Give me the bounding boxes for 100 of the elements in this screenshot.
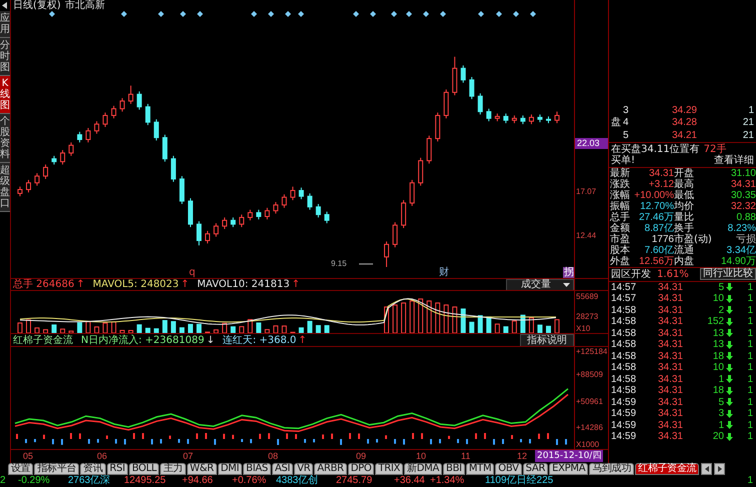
candlestick [290, 186, 296, 201]
indicator-tab[interactable]: EXPMA [549, 463, 588, 475]
tick-price: 34.31 [656, 282, 683, 293]
indicator-tab[interactable]: DPO [348, 463, 374, 475]
status-value: 2745.79 [336, 475, 374, 487]
left-triangle-icon [704, 465, 710, 473]
signal-marker [406, 11, 412, 17]
indicator-tab[interactable]: 指标平台 [34, 463, 80, 475]
order-price: 34.21 [670, 130, 697, 141]
sidebar-tab[interactable]: 个股资料 [0, 114, 10, 163]
candlestick [128, 85, 134, 104]
signal-marker [49, 11, 55, 17]
signal-marker [440, 11, 446, 17]
indicator-tab[interactable]: 马到成功 [589, 463, 634, 475]
month-label: 09 [356, 451, 366, 462]
indicator-tab[interactable]: BBI [443, 463, 465, 475]
event-mark[interactable]: 财 [439, 267, 449, 278]
sidebar-tab[interactable]: 分时图 [0, 38, 10, 76]
signal-marker [121, 11, 127, 17]
event-mark[interactable]: 拐 [563, 267, 574, 278]
indicator-tab[interactable]: RSI [106, 463, 128, 475]
tick-cell-text: 1 [746, 431, 753, 442]
volume-axis-label: X10 [576, 324, 590, 333]
sidebar-tab[interactable]: 应用 [0, 11, 10, 38]
stat-label: 市盈(动) [674, 234, 713, 244]
indicator-tab[interactable]: W&R [186, 463, 217, 475]
tick-time: 14:57 [611, 293, 638, 304]
tick-cell-text: 1 [746, 408, 753, 420]
candlestick [435, 112, 440, 142]
compare-button[interactable]: 同行业比较 [700, 268, 756, 280]
indicator-tab[interactable]: ARBR [314, 463, 347, 475]
month-label: 07 [183, 451, 194, 462]
sidebar-tab[interactable]: 超级盘口 [0, 163, 10, 212]
volume-bar [94, 326, 100, 334]
indicator-tab[interactable]: 设置 [8, 463, 34, 475]
sector-change: 1.61% [657, 268, 689, 280]
scroll-left-button[interactable] [701, 463, 712, 475]
volume-bar [520, 314, 526, 334]
candlestick [418, 157, 424, 186]
indicator-tab[interactable]: 红棉子资金流 [635, 463, 700, 475]
candlestick [264, 207, 270, 220]
indicator-help-button[interactable]: 指标说明 [520, 334, 574, 346]
signal-marker [353, 11, 359, 17]
sector-name: 园区开发 [611, 268, 651, 280]
order-volume: 1 [747, 104, 754, 116]
tick-price: 34.31 [656, 385, 683, 396]
tick-cell-text: 1 [746, 339, 753, 350]
stat-label: 流通 [674, 244, 695, 256]
indicator-tab[interactable]: 主力 [160, 463, 186, 475]
stat-label: 涨跌 [610, 178, 630, 190]
volume-bar [469, 321, 474, 334]
trend-arrow: ↑ [298, 334, 307, 346]
stat-label: 开盘 [674, 168, 695, 178]
candlestick [537, 114, 542, 123]
signal-marker [180, 11, 186, 17]
candlestick [460, 64, 466, 84]
indicator-tab[interactable]: BOLL [128, 463, 160, 475]
indicator-tab[interactable]: VR [294, 463, 314, 475]
volume-bar [426, 300, 432, 334]
indicator-tab[interactable]: ASI [272, 463, 294, 475]
candlestick [273, 202, 278, 214]
month-label: 08 [268, 451, 278, 462]
tick-time: 14:58 [611, 328, 638, 339]
month-label: 05 [23, 451, 34, 462]
candlestick [230, 216, 236, 228]
tick-time: 14:59 [611, 431, 638, 442]
chart-period-label[interactable]: 日线(复权) [13, 0, 61, 12]
candlestick [111, 105, 116, 119]
indicator-tab[interactable]: OBV [495, 463, 522, 475]
axis-unit-label: X1000 [576, 440, 600, 450]
signal-marker [298, 11, 304, 17]
candlestick [256, 209, 262, 220]
stat-label: 最低 [674, 190, 695, 200]
tick-price: 34.31 [656, 350, 683, 362]
indicator-tab[interactable]: TRIX [375, 463, 404, 475]
volume-bar [18, 322, 22, 334]
month-label: 12 [517, 451, 528, 462]
candlestick [68, 142, 74, 156]
indicator-tab[interactable]: DMI [218, 463, 242, 475]
volume-axis-label: 28273 [576, 312, 598, 321]
indicator-tab[interactable]: BIAS [243, 463, 271, 475]
status-value: 1 [747, 475, 754, 487]
indicator-tab[interactable]: MTM [466, 463, 494, 475]
scroll-right-button[interactable] [714, 463, 726, 475]
event-mark[interactable]: q [189, 267, 196, 278]
volume-bar [316, 324, 321, 334]
indicator-axis-label: +125184 [576, 347, 608, 356]
candlestick [469, 76, 474, 100]
sidebar-tab[interactable]: K线图 [0, 76, 10, 114]
signal-marker [370, 11, 376, 17]
trend-arrow: ↓ [206, 334, 215, 346]
volume-bar [307, 320, 312, 334]
indicator-tab[interactable]: SAR [522, 463, 548, 475]
detail-link[interactable]: 查看详细 [714, 154, 754, 166]
indicator-reading: 连红天: +368.0 [222, 334, 296, 346]
indicator-tab[interactable]: 资讯 [80, 463, 106, 475]
status-value: +36.44 [394, 475, 426, 487]
candlestick [94, 120, 100, 134]
indicator-tab[interactable]: 新DMA [404, 463, 442, 475]
candlestick [179, 176, 184, 204]
